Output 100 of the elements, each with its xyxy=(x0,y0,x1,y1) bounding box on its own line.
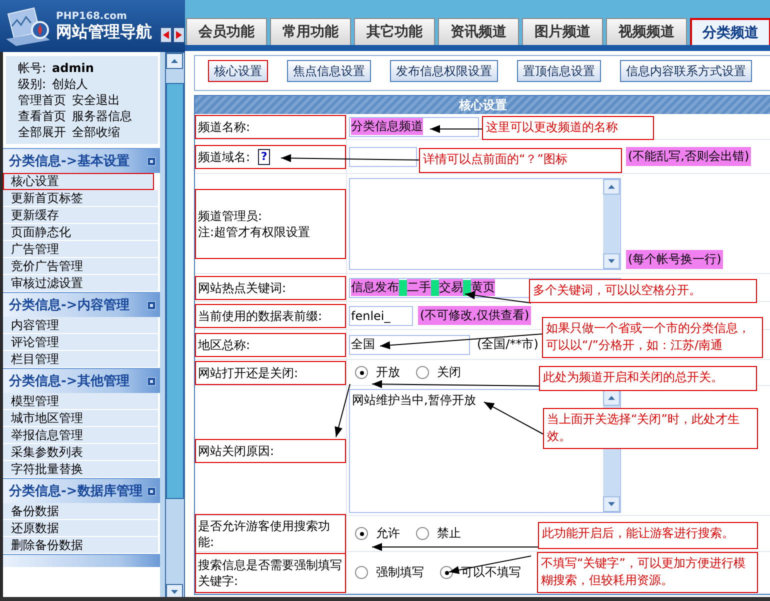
text-field[interactable]: 分类信息频道 xyxy=(349,116,479,136)
label-text: 网站热点关键词: xyxy=(198,280,286,296)
text-field[interactable] xyxy=(349,146,417,166)
annotation-callout: 多个关键词，可以以空格分开。 xyxy=(529,279,757,303)
sub-tab-button[interactable]: 焦点信息设置 xyxy=(287,60,371,82)
help-icon[interactable]: ? xyxy=(258,148,270,164)
sub-tab-button[interactable]: 发布信息权限设置 xyxy=(390,60,498,82)
account-link[interactable]: 全部收缩 xyxy=(72,124,120,140)
arrow xyxy=(464,291,532,304)
annotation-callout: 如果只做一个省或一个市的分类信息，可以以“/”分格开，如：江苏/南通 xyxy=(542,317,763,358)
text-field[interactable]: 全国 xyxy=(349,334,470,354)
space-marker xyxy=(463,280,471,296)
sidebar-item[interactable]: 还原数据 xyxy=(3,520,158,537)
field-hint: (不可修改,仅供查看) xyxy=(418,306,532,325)
group-title: 分类信息->其他管理 xyxy=(9,373,130,390)
sidebar-item[interactable]: 城市地区管理 xyxy=(3,410,158,427)
label-text: 搜索信息是否需要强制填写关键字: xyxy=(198,556,343,588)
sidebar-item[interactable]: 栏目管理 xyxy=(3,351,158,368)
annotation-callout: 当上面开关选择“关闭”时，此处才生效。 xyxy=(543,408,758,449)
radio-label: 开放 xyxy=(376,364,400,381)
field-hint: (全国/**市) xyxy=(476,336,540,353)
logo-title: 网站管理导航 xyxy=(56,22,152,42)
arrow xyxy=(334,384,350,438)
account-link[interactable]: 查看首页 xyxy=(18,108,66,124)
account-link[interactable]: 服务器信息 xyxy=(72,108,132,124)
annotation-callout: 不填写“关键字”，可以更加方便进行模糊搜索，但较耗用资源。 xyxy=(537,552,758,593)
account-link[interactable]: 管理首页 xyxy=(18,92,66,108)
space-marker xyxy=(399,280,407,296)
scroll-up-button[interactable] xyxy=(166,53,183,69)
rank-value: 创始人 xyxy=(52,76,88,92)
rank-label: 级别: xyxy=(18,76,46,92)
collapse-icon[interactable] xyxy=(147,486,156,496)
label-text: 当前使用的数据表前缀: xyxy=(198,308,322,324)
scrollbar[interactable] xyxy=(603,178,620,268)
radio-label: 关闭 xyxy=(437,364,461,381)
account-link[interactable]: 全部展开 xyxy=(18,124,66,140)
label-text: 频道名称: xyxy=(198,118,250,134)
tab[interactable]: 分类频道 xyxy=(690,18,770,45)
tab[interactable]: 资讯频道 xyxy=(438,18,519,45)
group-header[interactable]: 分类信息->数据库管理 xyxy=(3,478,160,503)
group-header[interactable] xyxy=(3,554,160,567)
group-header[interactable]: 分类信息->基本设置 xyxy=(3,148,160,173)
tab[interactable]: 常用功能 xyxy=(270,18,351,45)
radio-button[interactable] xyxy=(416,527,429,540)
account-link[interactable]: 安全退出 xyxy=(72,92,120,108)
tab[interactable]: 图片频道 xyxy=(522,18,603,45)
sidebar-item[interactable]: 评论管理 xyxy=(3,334,158,351)
sidebar-item[interactable]: 模型管理 xyxy=(3,393,158,410)
sidebar-item[interactable]: 举报信息管理 xyxy=(3,427,158,444)
scroll-right-button[interactable] xyxy=(173,27,185,43)
sidebar-item[interactable]: 字符批量替换 xyxy=(3,461,158,478)
annotation-callout: 此处为频道开启和关闭的总开关。 xyxy=(539,366,757,391)
sidebar-item[interactable]: 更新首页标签 xyxy=(3,190,158,207)
tab[interactable]: 会员功能 xyxy=(186,18,267,45)
radio-button[interactable] xyxy=(355,527,368,540)
arrow xyxy=(484,402,544,434)
label-text: 网站关闭原因: xyxy=(198,442,274,458)
sidebar-item[interactable]: 内容管理 xyxy=(3,317,158,334)
label-text: 网站打开还是关闭: xyxy=(198,364,298,380)
tab[interactable]: 其它功能 xyxy=(354,18,435,45)
form-title: 核心设置 xyxy=(195,96,770,114)
label-note: 注:超管才有权限设置 xyxy=(198,224,312,240)
scroll-left-button[interactable] xyxy=(160,27,172,43)
radio-button[interactable] xyxy=(355,566,368,579)
radio-button[interactable] xyxy=(416,366,429,379)
radio-label: 可以不填写 xyxy=(461,564,521,581)
sidebar-item[interactable]: 竞价广告管理 xyxy=(3,258,158,275)
caret-left-icon[interactable] xyxy=(163,31,169,39)
sidebar-item[interactable]: 审核过滤设置 xyxy=(3,275,158,292)
sidebar-item[interactable]: 删除备份数据 xyxy=(3,537,158,554)
group-title: 分类信息->内容管理 xyxy=(9,296,130,314)
sidebar-item[interactable]: 核心设置 xyxy=(3,173,154,190)
arrow xyxy=(430,125,482,133)
radio-button[interactable] xyxy=(440,566,453,579)
sidebar-item[interactable]: 广告管理 xyxy=(3,241,158,258)
field-hint: (不能乱写,否则会出错) xyxy=(626,147,752,166)
sub-tab-button[interactable]: 信息内容联系方式设置 xyxy=(620,60,752,82)
radio-button[interactable] xyxy=(355,366,368,379)
field-hint: (每个帐号换一行) xyxy=(626,250,724,269)
label-text: 是否允许游客使用搜索功能: xyxy=(198,518,331,550)
sub-tab-button[interactable]: 核心设置 xyxy=(208,60,268,82)
logo-domain: PHP168.com xyxy=(56,10,128,22)
space-marker xyxy=(431,280,439,296)
sidebar-item[interactable]: 页面静态化 xyxy=(3,224,158,241)
annotation-callout: 详情可以点前面的“？”图标 xyxy=(419,148,622,173)
label-text: 频道域名: xyxy=(198,148,250,164)
text-field[interactable]: fenlei_ xyxy=(349,306,413,326)
caret-right-icon[interactable] xyxy=(176,31,182,39)
label-text: 地区总称: xyxy=(198,336,250,352)
collapse-icon[interactable] xyxy=(147,376,156,386)
sidebar-item[interactable]: 更新缓存 xyxy=(3,207,158,224)
sub-tab-button[interactable]: 置顶信息设置 xyxy=(517,60,601,82)
sidebar-item[interactable]: 采集参数列表 xyxy=(3,444,158,461)
collapse-icon[interactable] xyxy=(147,300,156,310)
tab[interactable]: 视频频道 xyxy=(606,18,687,45)
collapse-icon[interactable] xyxy=(147,156,156,166)
sidebar-item[interactable]: 备份数据 xyxy=(3,503,158,520)
annotation-callout: 这里可以更改频道的名称 xyxy=(482,116,654,140)
group-header[interactable]: 分类信息->其他管理 xyxy=(3,368,160,393)
group-header[interactable]: 分类信息->内容管理 xyxy=(3,292,160,317)
